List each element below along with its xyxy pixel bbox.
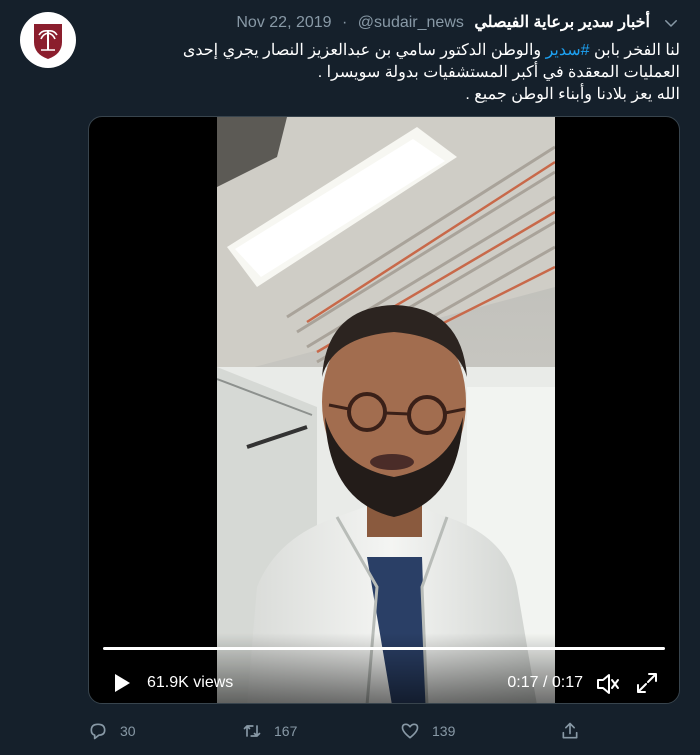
tweet-text: لنا الفخر بابن #سدير والوطن الدكتور سامي… (88, 40, 680, 106)
display-name[interactable]: أخبار سدير برعاية الفيصلي (474, 14, 650, 31)
retweet-count: 167 (274, 723, 298, 739)
handle[interactable]: @sudair_news (358, 14, 464, 31)
tweet-text-line-3: الله يعز بلادنا وأبناء الوطن جميع . (465, 86, 680, 103)
retweet-icon (243, 725, 261, 737)
share-button[interactable] (560, 718, 592, 744)
tweet-text-line-2: العمليات المعقدة في أكبر المستشفيات بدول… (317, 64, 680, 81)
video-frame[interactable] (217, 117, 555, 704)
fullscreen-icon[interactable] (635, 671, 659, 695)
reply-count: 30 (120, 723, 136, 739)
video-progress-bar[interactable] (103, 647, 665, 650)
reply-button[interactable]: 30 (88, 718, 136, 744)
like-button[interactable]: 139 (400, 718, 455, 744)
video-time: 0:17 / 0:17 (507, 674, 583, 691)
video-controls: 61.9K views 0:17 / 0:17 (89, 633, 679, 703)
play-icon[interactable] (109, 671, 133, 695)
like-count: 139 (432, 723, 456, 739)
hashtag-link[interactable]: #سدير (546, 42, 590, 59)
like-icon (401, 723, 419, 739)
caret-down-icon[interactable] (662, 14, 680, 32)
tweet-text-line-1: لنا الفخر بابن #سدير والوطن الدكتور سامي… (182, 42, 680, 59)
tweet-header: أخبار سدير برعاية الفيصلي @sudair_news ·… (88, 12, 650, 36)
retweet-button[interactable]: 167 (242, 718, 297, 744)
tweet-actions: 30 167 139 (88, 718, 680, 744)
share-icon (562, 722, 578, 739)
avatar[interactable] (20, 12, 76, 68)
volume-icon[interactable] (595, 671, 621, 697)
sudair-logo-icon (21, 13, 75, 67)
video-player[interactable]: 61.9K views 0:17 / 0:17 (88, 116, 680, 704)
tweet-date[interactable]: Nov 22, 2019 (236, 14, 331, 31)
reply-icon (90, 723, 106, 740)
meta-separator: · (342, 14, 348, 31)
view-count: 61.9K views (147, 674, 234, 691)
